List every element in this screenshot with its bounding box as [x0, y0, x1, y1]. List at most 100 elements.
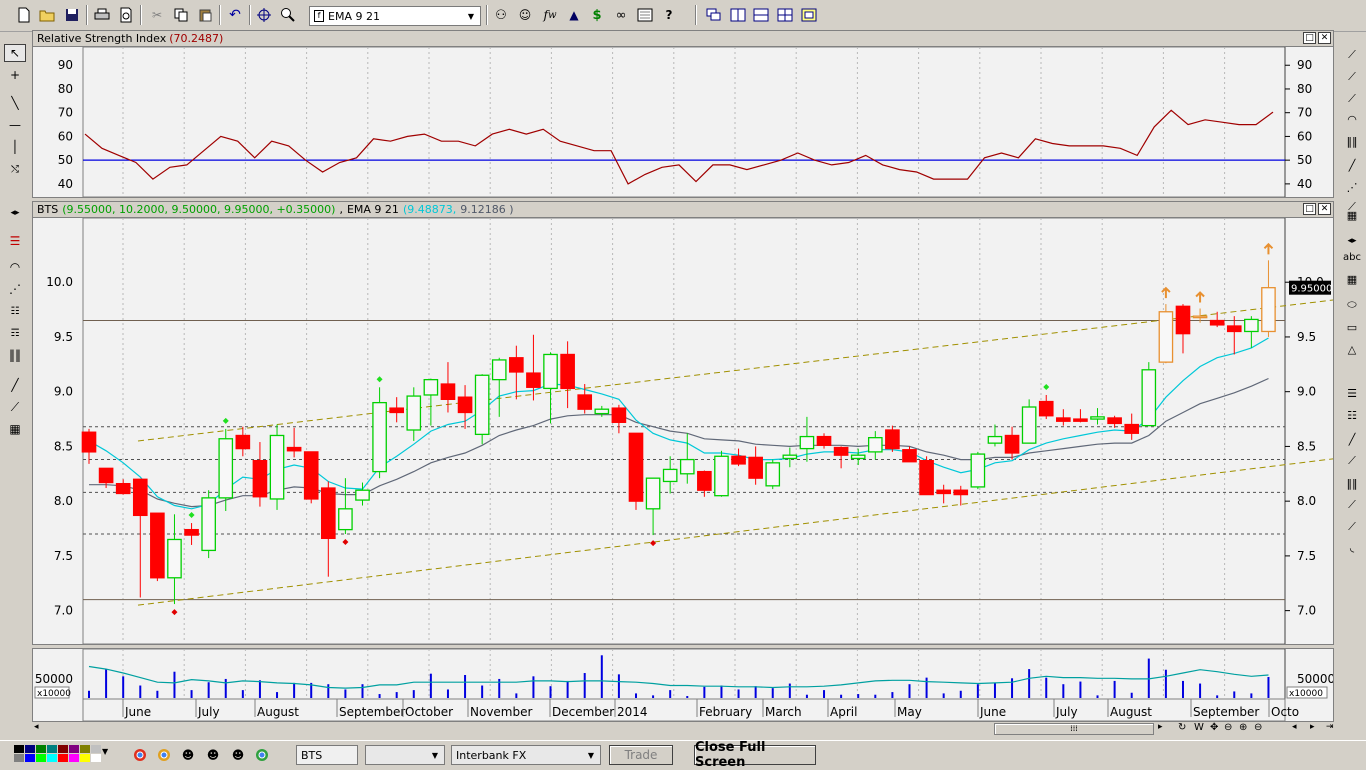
vertical-lines-icon[interactable]: ‖‖: [1342, 474, 1362, 492]
new-file-icon[interactable]: [14, 5, 34, 25]
color-palette[interactable]: [14, 745, 101, 763]
crosshair-icon[interactable]: [254, 5, 274, 25]
fib-timezone-icon[interactable]: ☰: [1342, 384, 1362, 402]
line-tool-icon[interactable]: ╱: [1342, 156, 1362, 174]
alert-icon[interactable]: ▲: [564, 5, 584, 25]
symbol-field[interactable]: BTS: [296, 745, 358, 765]
gann-fan-icon[interactable]: ⟋: [4, 398, 26, 416]
panel-arrows-icon[interactable]: ◂▸: [4, 204, 26, 222]
feed-select[interactable]: Interbank FX ▼: [451, 745, 601, 765]
fib-ratio-icon[interactable]: ☷: [1342, 406, 1362, 424]
crosshair-tool-icon[interactable]: +: [4, 66, 26, 84]
close-fullscreen-button[interactable]: Close Full Screen: [694, 740, 816, 770]
curve-tool-icon[interactable]: ◟: [1342, 538, 1362, 556]
cycle-icon[interactable]: ‖‖: [1342, 132, 1362, 150]
undo-icon[interactable]: ↶: [225, 5, 245, 25]
grid-tool-icon[interactable]: ▦: [4, 420, 26, 438]
scroll-left-icon[interactable]: ◂: [34, 722, 39, 732]
chevron-down-icon[interactable]: ▼: [464, 9, 478, 23]
grid-icon[interactable]: ▦: [1342, 206, 1362, 224]
candle-body: [423, 378, 439, 396]
cut-icon[interactable]: ✂: [147, 5, 167, 25]
arc-lines-icon[interactable]: ⟋: [1342, 518, 1362, 536]
price-chart[interactable]: 10.010.09.59.59.09.08.58.58.08.07.57.57.…: [33, 218, 1333, 644]
fib-icon[interactable]: ☰: [4, 232, 26, 250]
arc-tool-icon[interactable]: ◠: [1342, 110, 1362, 128]
people-icon[interactable]: ☻: [178, 745, 198, 765]
zoom-icon[interactable]: [278, 5, 298, 25]
chrome-icon[interactable]: [154, 745, 174, 765]
people-icon[interactable]: ☻: [228, 745, 248, 765]
indicator-combo[interactable]: f EMA 9 21 ▼: [309, 6, 481, 26]
tile-grid-icon[interactable]: [775, 5, 795, 25]
chart-scrollbar[interactable]: ◂ ⁞⁞⁞ ▸ ↻ W ✥ ⊖ ⊕ ⊖ ◂ ▸ ⇥: [32, 722, 1334, 736]
chrome-icon[interactable]: [130, 745, 150, 765]
text-tool-icon[interactable]: abc: [1342, 248, 1362, 266]
prev-icon[interactable]: ◂: [1292, 722, 1297, 732]
vertical-line-icon[interactable]: │: [4, 138, 26, 156]
fan-icon[interactable]: ⟋: [1342, 90, 1362, 108]
chevron-down-icon[interactable]: ▼: [428, 748, 442, 762]
print-icon[interactable]: [92, 5, 112, 25]
user-icon[interactable]: ☺: [515, 5, 535, 25]
save-icon[interactable]: [62, 5, 82, 25]
print-preview-icon[interactable]: [116, 5, 136, 25]
pitchfork-icon[interactable]: ⋰: [4, 280, 26, 298]
rsi-chart[interactable]: 90 90 80 80 70 70 60 60 50 50 40 40: [33, 47, 1333, 197]
zoom-in-icon[interactable]: ⊕: [1239, 722, 1247, 733]
people-icon[interactable]: ☻: [203, 745, 223, 765]
palette-dropdown-icon[interactable]: ▼: [102, 747, 108, 756]
scissor-tool-icon[interactable]: ⤭: [4, 160, 26, 178]
layout-icon[interactable]: [799, 5, 819, 25]
next-icon[interactable]: ▸: [1310, 722, 1315, 732]
chrome-icon[interactable]: [252, 745, 272, 765]
ray-icon[interactable]: ╱: [4, 376, 26, 394]
zoom-out-icon[interactable]: ⊖: [1224, 722, 1232, 733]
scroll-thumb[interactable]: ⁞⁞⁞: [994, 723, 1154, 735]
cycle-lines-icon[interactable]: ‖‖: [4, 346, 26, 364]
help-icon[interactable]: ?: [659, 5, 679, 25]
table-tool-icon[interactable]: ▦: [1342, 270, 1362, 288]
ray-tool-icon[interactable]: ╱: [1342, 430, 1362, 448]
end-icon[interactable]: ⇥: [1326, 722, 1334, 732]
open-folder-icon[interactable]: [37, 5, 57, 25]
chevron-down-icon[interactable]: ▼: [584, 748, 598, 762]
gann-icon[interactable]: ⟋: [1342, 68, 1362, 86]
arc-icon[interactable]: ◠: [4, 258, 26, 276]
fib-retracement-icon[interactable]: ☷: [4, 302, 26, 320]
properties-icon[interactable]: [635, 5, 655, 25]
fan-tool-icon[interactable]: ⟋: [1342, 452, 1362, 470]
zoom-fit-icon[interactable]: ⊖: [1254, 722, 1262, 733]
function-icon[interactable]: fw: [540, 5, 560, 25]
fan-lines-icon[interactable]: ⟋: [1342, 496, 1362, 514]
rectangle-icon[interactable]: ▭: [1342, 318, 1362, 336]
pitchfork-tool-icon[interactable]: ⋰: [1342, 178, 1362, 196]
scroll-right-icon[interactable]: ▸: [1158, 722, 1163, 732]
copy-icon[interactable]: [171, 5, 191, 25]
week-icon[interactable]: W: [1194, 722, 1204, 733]
trendline-icon[interactable]: ╲: [4, 94, 26, 112]
ellipse-icon[interactable]: ⬭: [1342, 296, 1362, 314]
refresh-icon[interactable]: ↻: [1178, 722, 1186, 733]
close-icon[interactable]: ✕: [1318, 32, 1331, 44]
interval-select[interactable]: ▼: [365, 745, 445, 765]
binoculars-icon[interactable]: ∞: [611, 5, 631, 25]
tile-horizontal-icon[interactable]: [751, 5, 771, 25]
candle-body: [594, 408, 610, 415]
indicator-icon[interactable]: ⚇: [491, 5, 511, 25]
cascade-icon[interactable]: [704, 5, 724, 25]
fib-extension-icon[interactable]: ☶: [4, 324, 26, 342]
maximize-icon[interactable]: □: [1303, 203, 1316, 215]
tile-vertical-icon[interactable]: [728, 5, 748, 25]
close-icon[interactable]: ✕: [1318, 203, 1331, 215]
maximize-icon[interactable]: □: [1303, 32, 1316, 44]
select-arrow-icon[interactable]: ↖: [4, 44, 26, 62]
speed-lines-icon[interactable]: ⟋: [1342, 46, 1362, 64]
volume-chart[interactable]: 50000 50000 x10000 x10000 June July August Sept…: [33, 649, 1333, 721]
dollar-icon[interactable]: $: [587, 5, 607, 25]
trade-button[interactable]: Trade: [609, 745, 673, 765]
triangle-icon[interactable]: △: [1342, 340, 1362, 358]
move-icon[interactable]: ✥: [1210, 722, 1218, 733]
paste-icon[interactable]: [195, 5, 215, 25]
horizontal-line-icon[interactable]: —: [4, 116, 26, 134]
